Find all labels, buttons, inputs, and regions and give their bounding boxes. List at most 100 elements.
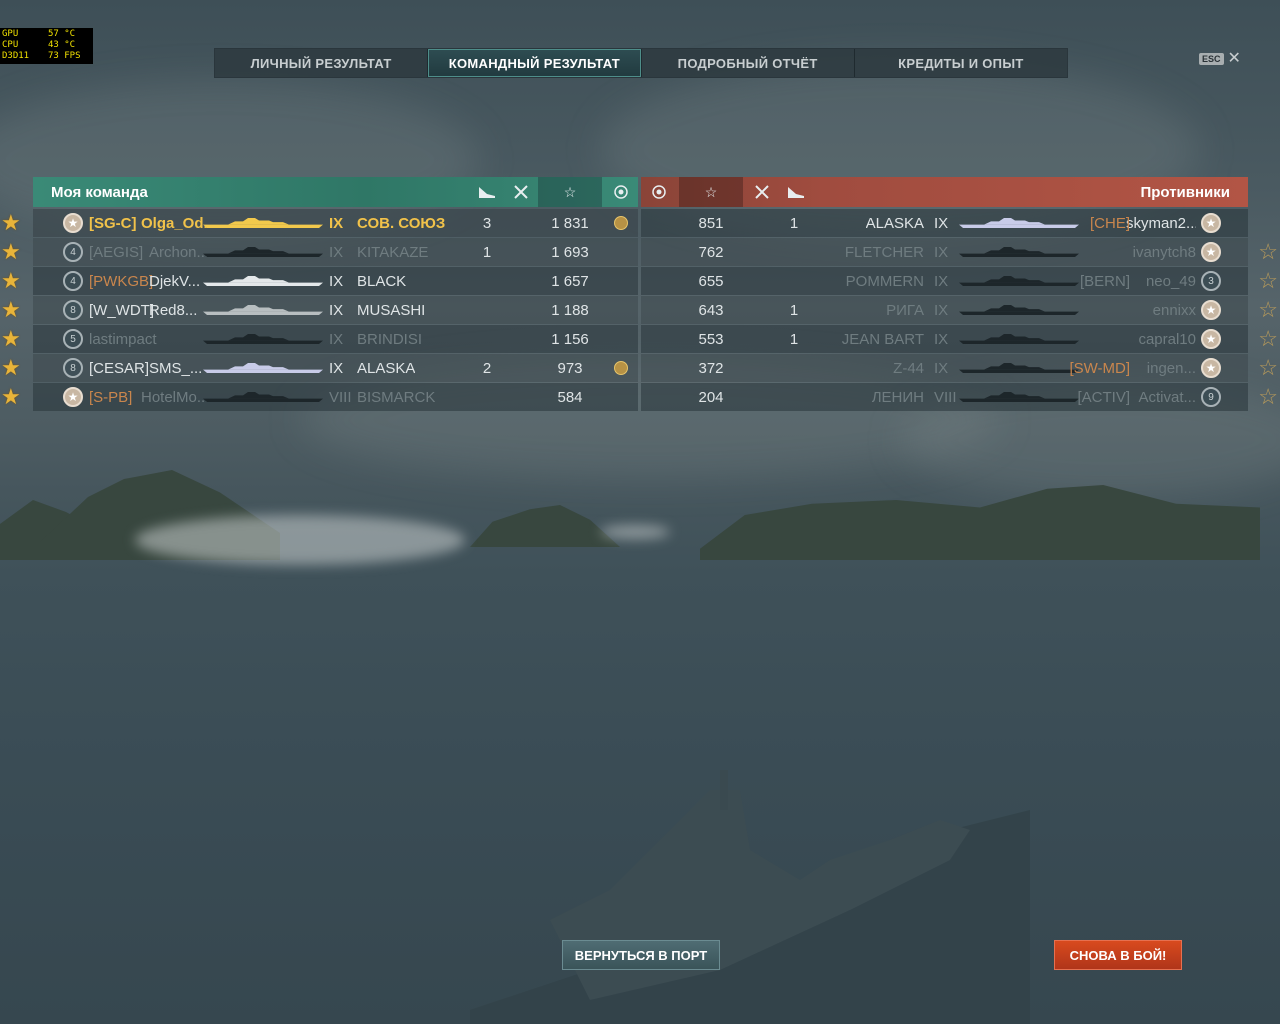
- rank-badge: 4: [63, 242, 83, 262]
- player-row[interactable]: ★ 5 lastimpact IX BRINDISI 1 156: [1, 325, 638, 353]
- clan-tag: [AEGIS]: [89, 243, 144, 261]
- ship-tier: IX: [934, 330, 949, 348]
- ship-tier: IX: [934, 214, 949, 232]
- ship-name: BISMARCK: [357, 388, 436, 406]
- player-row[interactable]: ★ 8 [W_WDT] Red8... IX MUSASHI 1 188: [1, 296, 638, 324]
- close-button[interactable]: ESC ✕: [1199, 51, 1241, 67]
- ship-name: СОВ. СОЮЗ: [357, 214, 446, 232]
- exp-star-icon[interactable]: ☆: [679, 177, 743, 207]
- exp-value: 973: [557, 359, 583, 377]
- win-star-outline-icon: ☆: [1258, 355, 1278, 380]
- player-row[interactable]: ★ 8 [CESAR] SMS_... IX ALASKA 2 973: [1, 354, 638, 382]
- player-row[interactable]: 553 1 JEAN BART IX capral10 ★ ☆: [641, 325, 1278, 353]
- battle-background: [0, 0, 1280, 1024]
- medal-icon[interactable]: [641, 177, 677, 207]
- win-star-icon: ★: [1, 268, 21, 293]
- rank-badge: 8: [63, 300, 83, 320]
- rank-badge: 9: [1201, 387, 1221, 407]
- ship-name: FLETCHER: [844, 243, 924, 261]
- ship-tier: IX: [329, 359, 344, 377]
- rank-star-icon: ★: [1201, 358, 1221, 378]
- exp-value: 851: [698, 214, 724, 232]
- ship-silhouette-icon: [203, 334, 323, 344]
- exp-star-icon[interactable]: ☆: [538, 177, 602, 207]
- tab-team-result[interactable]: КОМАНДНЫЙ РЕЗУЛЬТАТ: [428, 49, 642, 77]
- rank-badge: 5: [63, 329, 83, 349]
- gpu-label: GPU: [2, 29, 19, 39]
- esc-key-icon: ESC: [1199, 53, 1224, 65]
- enemy-team-header: ☆ Противники: [641, 177, 1248, 207]
- ship-tier: IX: [934, 243, 949, 261]
- ship-silhouette-icon: [959, 247, 1079, 257]
- rank-star-icon: ★: [63, 387, 83, 407]
- player-row[interactable]: 643 1 РИГА IX ennixx ★ ☆: [641, 296, 1278, 324]
- win-star-icon: ★: [1, 297, 21, 322]
- medal-icon[interactable]: [604, 177, 638, 207]
- tab-credits-xp[interactable]: КРЕДИТЫ И ОПЫТ: [855, 49, 1067, 77]
- exp-value: 584: [557, 388, 583, 406]
- my-team-header: Моя команда ☆: [33, 177, 638, 207]
- rank-star-icon: ★: [1201, 242, 1221, 262]
- win-star-icon: ★: [1, 355, 21, 380]
- ship-silhouette-icon: [203, 363, 323, 373]
- ship-silhouette-icon: [203, 276, 323, 286]
- win-star-outline-icon: ☆: [1258, 239, 1278, 264]
- crossed-plane-icon[interactable]: [504, 177, 538, 207]
- clan-tag: [PWKGB]: [89, 272, 154, 290]
- win-star-icon: ★: [1, 326, 21, 351]
- clan-tag: [SW-MD]: [1069, 359, 1130, 377]
- ship-name: ALASKA: [357, 359, 416, 377]
- battleship-silhouette: [470, 770, 1030, 1024]
- player-name: Olga_Od...: [141, 214, 211, 232]
- player-row[interactable]: 204 ЛЕНИН VIII Activat... [ACTIV] 9 ☆: [641, 383, 1278, 411]
- ship-name: BLACK: [357, 272, 407, 290]
- ship-silhouette-icon: [959, 334, 1079, 344]
- win-star-icon: ★: [1, 384, 21, 409]
- ship-silhouette-icon: [959, 392, 1079, 402]
- tab-detailed-report[interactable]: ПОДРОБНЫЙ ОТЧЁТ: [642, 49, 855, 77]
- ship-tier: IX: [329, 301, 344, 319]
- exp-value: 1 156: [551, 330, 589, 348]
- ship-silhouette-icon: [203, 247, 323, 257]
- player-row[interactable]: ★ ★ [SG-C] Olga_Od... IX СОВ. СОЮЗ 3 1 831: [1, 209, 638, 237]
- win-star-icon: ★: [1, 210, 21, 235]
- ship-name: JEAN BART: [841, 330, 924, 348]
- player-row[interactable]: ★ 4 [AEGIS] Archon... IX KITAKAZE 1 1 693: [1, 238, 638, 266]
- player-row[interactable]: 655 POMMERN IX neo_49 [BERN] 3 ☆: [641, 267, 1278, 295]
- player-row[interactable]: ★ ★ [S-PB] HotelMo... VIII BISMARCK 584: [1, 383, 638, 411]
- player-name: capral10: [1138, 330, 1196, 348]
- crossed-plane-icon[interactable]: [745, 177, 779, 207]
- ship-tier: VIII: [329, 388, 352, 406]
- gpu-temp: 57 °C: [48, 29, 76, 39]
- enemy-team-title: Противники: [1140, 184, 1230, 201]
- rank-star-icon: ★: [1201, 329, 1221, 349]
- ship-tier: IX: [329, 243, 344, 261]
- exp-value: 1 693: [551, 243, 589, 261]
- plane-icon[interactable]: [779, 177, 813, 207]
- ship-name: BRINDISI: [357, 330, 423, 348]
- player-row[interactable]: ★ 4 [PWKGB] DjekV... IX BLACK 1 657: [1, 267, 638, 295]
- player-name: ivanytch8: [1132, 243, 1196, 261]
- battle-again-button[interactable]: СНОВА В БОЙ!: [1054, 940, 1182, 970]
- player-row[interactable]: 372 Z-44 IX ingen... [SW-MD] ★ ☆: [641, 354, 1278, 382]
- player-row[interactable]: 851 1 ALASKA IX skyman2... [CHE] ★: [641, 209, 1248, 237]
- exp-value: 762: [698, 243, 724, 261]
- ship-tier: IX: [934, 301, 949, 319]
- ship-tier: IX: [934, 359, 949, 377]
- ship-silhouette-icon: [203, 305, 323, 315]
- player-name: HotelMo...: [141, 388, 210, 406]
- player-row[interactable]: 762 FLETCHER IX ivanytch8 ★ ☆: [641, 238, 1278, 266]
- cpu-temp: 43 °C: [48, 40, 76, 50]
- exp-value: 204: [698, 388, 724, 406]
- ship-name: MUSASHI: [357, 301, 426, 319]
- return-to-port-button[interactable]: ВЕРНУТЬСЯ В ПОРТ: [562, 940, 720, 970]
- clan-tag: [SG-C]: [89, 214, 137, 232]
- ship-silhouette-icon: [203, 392, 323, 402]
- ship-name: ALASKA: [865, 214, 924, 232]
- clan-tag: [S-PB]: [89, 388, 133, 406]
- plane-icon[interactable]: [470, 177, 504, 207]
- clan-tag: [W_WDT]: [89, 301, 154, 319]
- d3d-label: D3D11: [2, 51, 30, 61]
- tab-personal-result[interactable]: ЛИЧНЫЙ РЕЗУЛЬТАТ: [215, 49, 429, 77]
- exp-value: 553: [698, 330, 724, 348]
